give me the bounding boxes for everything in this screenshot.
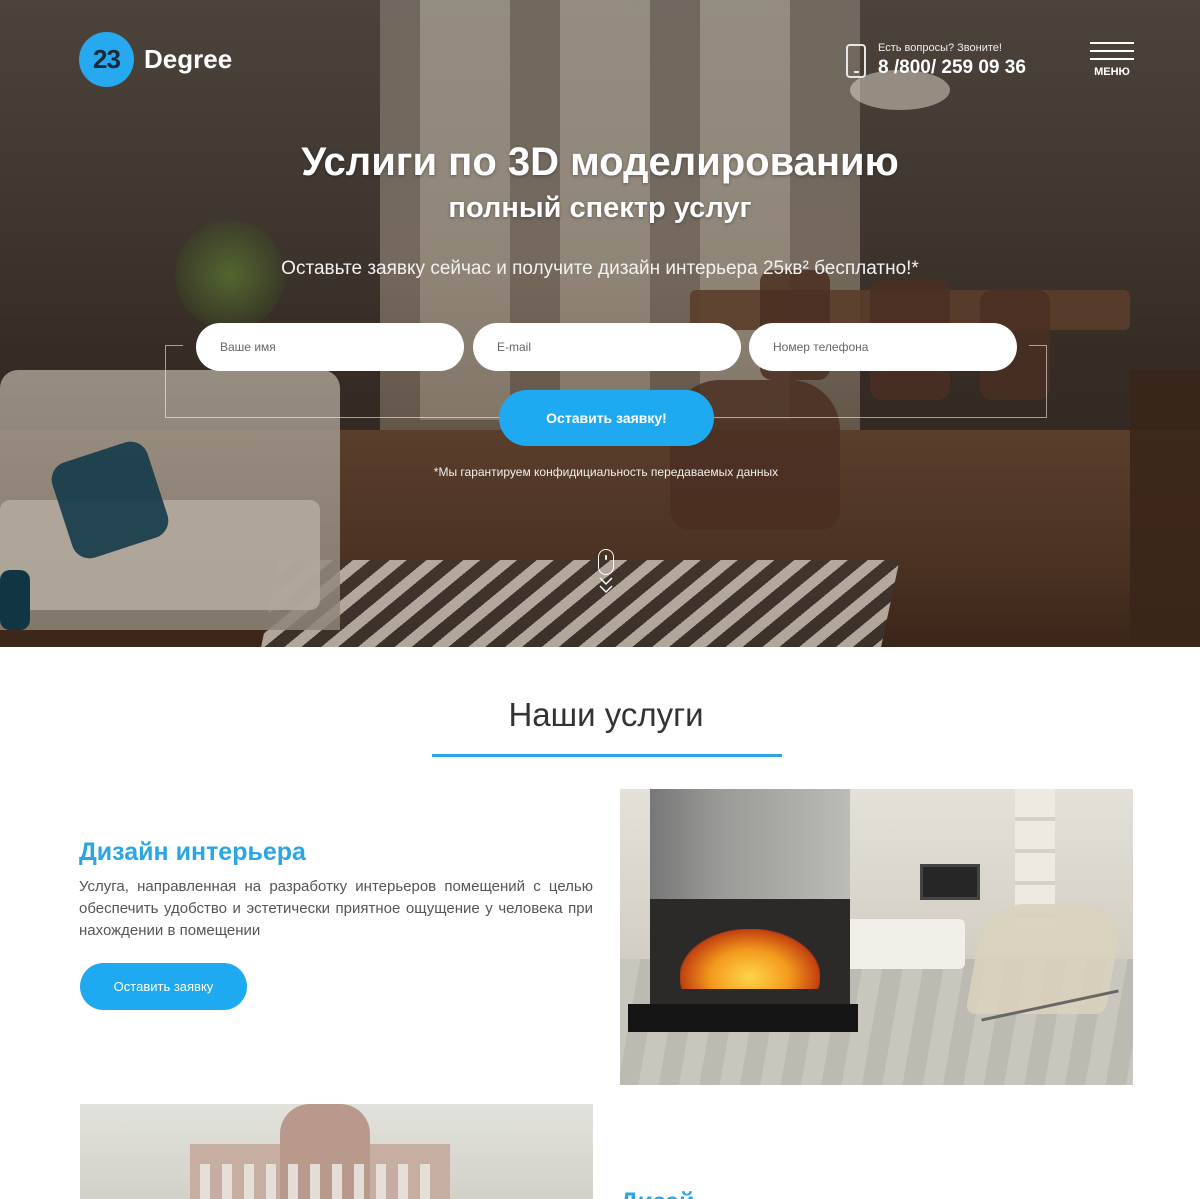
hero-title: Услиги по 3D моделированию [301, 140, 899, 184]
services-title: Наши услуги [508, 696, 704, 733]
hero-section: 23 Degree Есть вопросы? Звоните! 8 /800/… [0, 0, 1200, 647]
header-contact: Есть вопросы? Звоните! 8 /800/ 259 09 36 [846, 42, 1026, 79]
logo-badge: 23 [79, 32, 134, 87]
contact-phone-number[interactable]: 8 /800/ 259 09 36 [878, 57, 1026, 79]
submit-request-button[interactable]: Оставить заявку! [499, 390, 714, 446]
logo-text: Degree [144, 44, 233, 74]
privacy-note: *Мы гарантируем конфидициальность переда… [433, 465, 779, 479]
logo[interactable]: 23 Degree [79, 32, 232, 87]
hero-offer-text: Оставьте заявку сейчас и получите дизайн… [281, 258, 919, 279]
service-second-heading: Дизай [620, 1188, 695, 1199]
service-architecture-image [80, 1104, 593, 1199]
service-interior-description: Услуга, направленная на разработку интер… [79, 878, 593, 939]
email-input[interactable] [473, 323, 741, 371]
hero-subtitle: полный спектр услуг [448, 192, 752, 224]
scroll-mouse-icon[interactable] [598, 549, 614, 575]
service-interior-request-button[interactable]: Оставить заявку [80, 963, 247, 1010]
service-interior-heading: Дизайн интерьера [79, 838, 306, 866]
menu-label: МЕНЮ [1094, 66, 1130, 78]
phone-input[interactable] [749, 323, 1017, 371]
name-input[interactable] [196, 323, 464, 371]
contact-label: Есть вопросы? Звоните! [878, 42, 1002, 54]
scroll-down-arrows-icon[interactable] [598, 575, 614, 595]
service-interior-image [620, 789, 1133, 1085]
phone-icon [846, 43, 866, 78]
menu-button[interactable]: МЕНЮ [1090, 42, 1134, 78]
hamburger-icon [1090, 42, 1134, 60]
services-title-underline [432, 754, 782, 757]
